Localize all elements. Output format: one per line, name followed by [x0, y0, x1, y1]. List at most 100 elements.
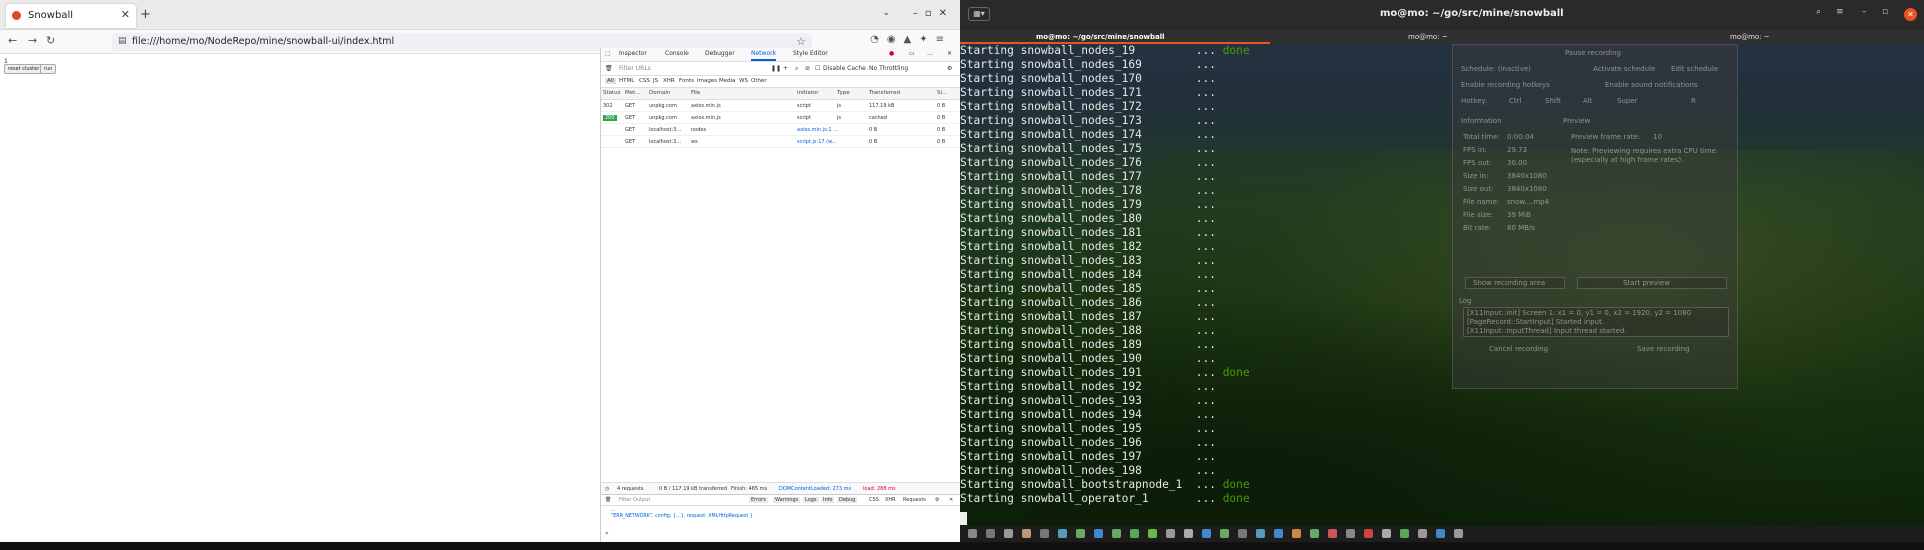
back-icon[interactable]: ← [8, 34, 17, 47]
type-other[interactable]: Other [751, 78, 767, 84]
toolbar-icons[interactable]: ◔◉▲✦≡ [870, 34, 952, 45]
app-icon[interactable] [1076, 529, 1085, 538]
cell-initiator[interactable]: script.js:17 (w... [797, 139, 837, 145]
close-window-icon[interactable]: ✕ [1904, 8, 1917, 21]
cell-initiator[interactable]: axios.min.js:1 ... [797, 127, 838, 133]
sound-notifications-checkbox[interactable]: Enable sound notifications [1605, 81, 1698, 89]
more-options-icon[interactable]: … [927, 50, 933, 57]
type-images[interactable]: Images [697, 78, 717, 84]
app-icon[interactable] [1310, 529, 1319, 538]
settings-gear-icon[interactable]: ⚙ [947, 65, 952, 72]
filter-warnings[interactable]: Warnings [773, 497, 801, 503]
terminal-output[interactable]: Starting snowball_nodes_19 ... done Start… [960, 44, 1924, 516]
pause-icon[interactable]: ❚❚ [771, 65, 781, 72]
type-media[interactable]: Media [719, 78, 736, 84]
tab-debugger[interactable]: Debugger [705, 50, 735, 57]
terminal-tab[interactable]: mo@mo: ~ [1730, 33, 1770, 41]
hamburger-menu-icon[interactable]: ≡ [1836, 7, 1844, 17]
app-icon[interactable] [1436, 529, 1445, 538]
app-icon[interactable] [1292, 529, 1301, 538]
start-preview-button[interactable]: Start preview [1623, 279, 1670, 287]
app-icon[interactable] [1058, 529, 1067, 538]
filter-urls-input[interactable]: Filter URLs [619, 65, 651, 72]
app-icon[interactable] [1202, 529, 1211, 538]
filter-logs[interactable]: Logs [803, 497, 819, 503]
super-checkbox[interactable]: Super [1617, 97, 1638, 105]
app-icon[interactable] [1418, 529, 1427, 538]
maximize-icon[interactable]: ▫ [1882, 7, 1888, 17]
bookmark-star-icon[interactable]: ☆ [796, 35, 806, 48]
terminal-tab[interactable]: mo@mo: ~/go/src/mine/snowball [1036, 33, 1165, 41]
disable-cache-checkbox[interactable]: ☐ [815, 65, 820, 72]
show-recording-area-button[interactable]: Show recording area [1473, 279, 1545, 287]
new-tab-icon[interactable]: + [140, 7, 151, 22]
tab-network[interactable]: Network [751, 50, 777, 61]
minimize-icon[interactable]: – [1862, 7, 1867, 17]
filter-output-input[interactable]: Filter Output [619, 497, 650, 503]
type-html[interactable]: HTML [619, 78, 634, 84]
app-icon[interactable] [1166, 529, 1175, 538]
filter-css[interactable]: CSS [869, 497, 879, 503]
col-domain[interactable]: Domain [649, 90, 670, 96]
app-icon[interactable] [1130, 529, 1139, 538]
responsive-icon[interactable]: ▭ [909, 50, 915, 57]
close-tab-icon[interactable]: ✕ [121, 8, 130, 21]
type-ws[interactable]: WS [739, 78, 748, 84]
app-icon[interactable] [1346, 529, 1355, 538]
reset-cluster-button[interactable]: reset cluster [4, 64, 44, 74]
app-icon[interactable] [1022, 529, 1031, 538]
col-status[interactable]: Status [603, 90, 621, 96]
app-icon[interactable] [1274, 529, 1283, 538]
reload-icon[interactable]: ↻ [46, 34, 55, 47]
type-js[interactable]: JS [653, 78, 658, 84]
filter-info[interactable]: Info [821, 497, 835, 503]
app-icon[interactable] [1400, 529, 1409, 538]
app-icon[interactable] [1040, 529, 1049, 538]
tab-style-editor[interactable]: Style Editor [793, 50, 828, 57]
filter-errors[interactable]: Errors [749, 497, 768, 503]
col-size[interactable]: Si... [937, 90, 947, 96]
col-initiator[interactable]: Initiator [797, 90, 818, 96]
type-css[interactable]: CSS [639, 78, 650, 84]
console-settings-icon[interactable]: ⚙ [935, 497, 939, 503]
run-button[interactable]: run [40, 64, 57, 74]
app-icon[interactable] [1220, 529, 1229, 538]
search-icon[interactable]: ⌕ [795, 65, 798, 73]
col-transferred[interactable]: Transferred [869, 90, 900, 96]
app-icon[interactable] [1112, 529, 1121, 538]
terminal-tab[interactable]: mo@mo: ~ [1408, 33, 1448, 41]
ctrl-checkbox[interactable]: Ctrl [1509, 97, 1521, 105]
save-recording-button[interactable]: Save recording [1637, 345, 1690, 353]
activate-schedule-button[interactable]: Activate schedule [1593, 65, 1655, 73]
alt-checkbox[interactable]: Alt [1583, 97, 1592, 105]
app-icon[interactable] [1364, 529, 1373, 538]
filter-xhr[interactable]: XHR [885, 497, 896, 503]
recording-hotkeys-checkbox[interactable]: Enable recording hotkeys [1461, 81, 1550, 89]
forward-icon[interactable]: → [28, 34, 37, 47]
app-icon[interactable] [1184, 529, 1193, 538]
shift-checkbox[interactable]: Shift [1545, 97, 1561, 105]
add-icon[interactable]: + [783, 65, 788, 72]
close-devtools-icon[interactable]: ✕ [947, 50, 952, 57]
terminal-menu-icon[interactable]: ▦▾ [968, 7, 990, 21]
close-console-icon[interactable]: ✕ [949, 497, 953, 503]
trash-icon[interactable]: 🗑 [605, 497, 611, 503]
type-fonts[interactable]: Fonts [679, 78, 694, 84]
preview-rate-input[interactable]: 10 [1653, 133, 1662, 141]
table-row[interactable]: 200 GET unpkg.com axios.min.js script js… [601, 112, 961, 124]
app-icon[interactable] [1148, 529, 1157, 538]
app-icon[interactable] [1094, 529, 1103, 538]
app-icon[interactable] [1328, 529, 1337, 538]
filter-debug[interactable]: Debug [837, 497, 858, 503]
type-xhr[interactable]: XHR [663, 78, 675, 84]
tab-inspector[interactable]: Inspector [619, 50, 647, 57]
app-icon[interactable] [1238, 529, 1247, 538]
block-icon[interactable]: ⊘ [805, 65, 810, 72]
list-tabs-icon[interactable]: ⌄ [882, 8, 890, 18]
pause-recording-button[interactable]: Pause recording [1565, 49, 1621, 57]
app-icon[interactable] [1004, 529, 1013, 538]
search-icon[interactable]: ⌕ [1816, 7, 1821, 17]
app-icon[interactable] [1382, 529, 1391, 538]
col-type[interactable]: Type [837, 90, 850, 96]
app-icon[interactable] [1256, 529, 1265, 538]
